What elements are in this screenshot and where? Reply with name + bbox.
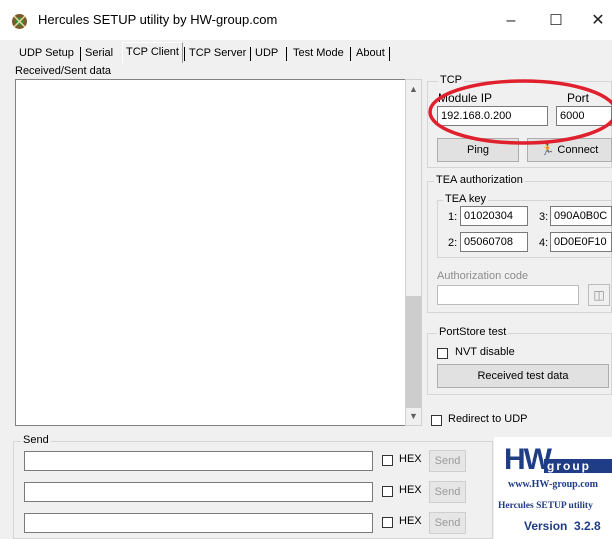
nvt-disable-label: NVT disable — [455, 346, 515, 358]
logo-product: Hercules SETUP utility — [498, 501, 593, 511]
hex-label-1: HEX — [399, 453, 422, 465]
scroll-down-icon[interactable]: ▼ — [406, 409, 421, 424]
tea-key-4-label: 4: — [539, 237, 549, 249]
tea-key-1-label: 1: — [448, 211, 458, 223]
send-button-2[interactable]: Send — [429, 481, 466, 503]
tea-key-1-input[interactable]: 01020304 — [460, 206, 528, 226]
nvt-disable-checkbox[interactable] — [437, 348, 448, 359]
redirect-to-udp-label: Redirect to UDP — [448, 413, 528, 425]
send-input-3[interactable] — [24, 513, 373, 533]
send-button-1[interactable]: Send — [429, 450, 466, 472]
tab-udp-setup[interactable]: UDP Setup — [16, 44, 77, 62]
logo-brand-group: group — [544, 459, 612, 473]
tab-tcp-server[interactable]: TCP Server — [186, 44, 249, 62]
authorization-code-label: Authorization code — [437, 270, 529, 282]
tea-key-4-input[interactable]: 0D0E0F10 — [550, 232, 612, 252]
red-annotation-circle — [428, 79, 612, 145]
tab-test-mode[interactable]: Test Mode — [290, 44, 347, 62]
portstore-test-title: PortStore test — [437, 326, 509, 338]
tab-serial[interactable]: Serial — [82, 44, 116, 62]
hw-group-logo: HW group www.HW-group.com Hercules SETUP… — [494, 437, 612, 539]
window-title: Hercules SETUP utility by HW-group.com — [38, 12, 278, 27]
lock-icon[interactable]: ◫ — [588, 284, 610, 306]
logo-url: www.HW-group.com — [508, 479, 598, 490]
tab-udp[interactable]: UDP — [252, 44, 281, 62]
tea-key-2-label: 2: — [448, 237, 458, 249]
send-input-1[interactable] — [24, 451, 373, 471]
received-test-data-button[interactable]: Received test data — [437, 364, 609, 388]
send-input-2[interactable] — [24, 482, 373, 502]
minimize-button[interactable]: – — [496, 10, 526, 32]
send-button-3[interactable]: Send — [429, 512, 466, 534]
hercules-app-icon — [11, 13, 28, 30]
authorization-code-input[interactable] — [437, 285, 579, 305]
tea-key-3-label: 3: — [539, 211, 549, 223]
scrollbar-thumb[interactable] — [406, 296, 421, 408]
hex-checkbox-2[interactable] — [382, 486, 393, 497]
send-group-title: Send — [21, 434, 51, 446]
tea-authorization-title: TEA authorization — [434, 174, 525, 186]
maximize-button[interactable]: ☐ — [541, 10, 571, 32]
tea-key-3-input[interactable]: 090A0B0C — [550, 206, 612, 226]
hex-checkbox-3[interactable] — [382, 517, 393, 528]
redirect-to-udp-checkbox[interactable] — [431, 415, 442, 426]
hex-label-2: HEX — [399, 484, 422, 496]
hex-checkbox-1[interactable] — [382, 455, 393, 466]
logo-version: Version 3.2.8 — [524, 519, 601, 533]
received-data-area[interactable] — [15, 79, 406, 426]
close-button[interactable]: ✕ — [583, 10, 612, 32]
tea-key-title: TEA key — [443, 193, 488, 205]
hex-label-3: HEX — [399, 515, 422, 527]
tea-key-2-input[interactable]: 05060708 — [460, 232, 528, 252]
tab-tcp-client[interactable]: TCP Client — [122, 42, 183, 63]
tab-about[interactable]: About — [353, 44, 388, 62]
scroll-up-icon[interactable]: ▲ — [406, 82, 421, 97]
received-sent-label: Received/Sent data — [15, 65, 112, 77]
